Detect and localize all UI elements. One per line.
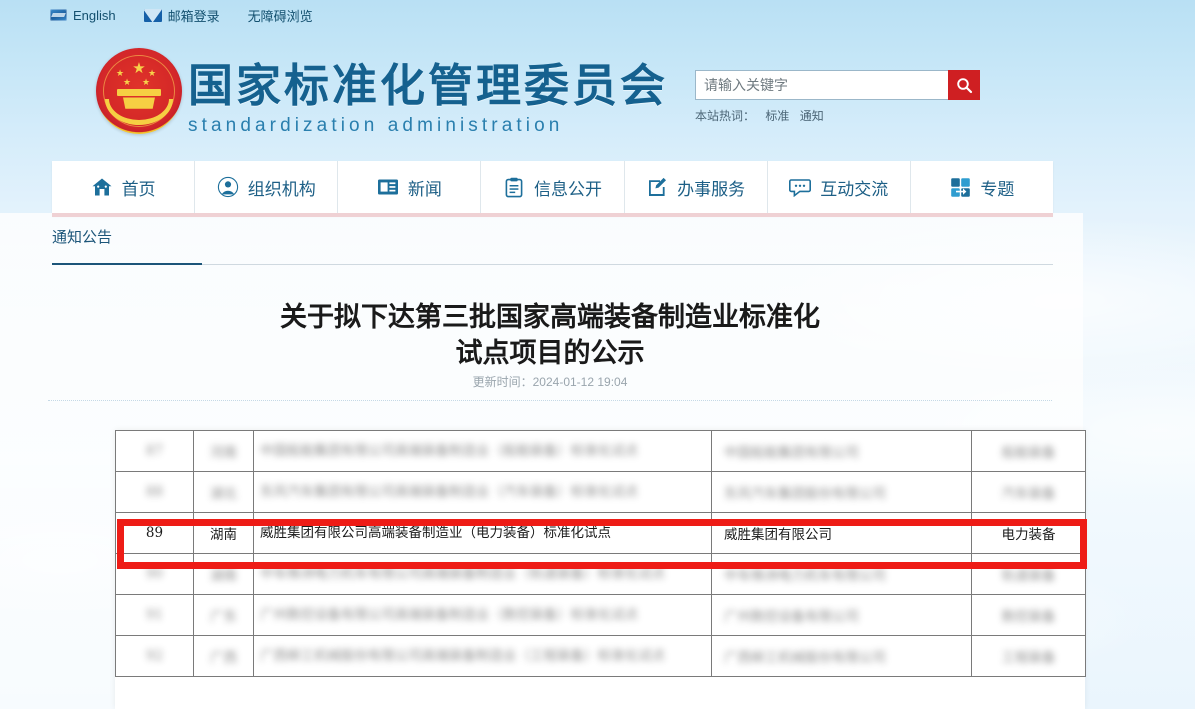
language-switch-english[interactable]: English: [50, 8, 116, 23]
nav-item-news[interactable]: 新闻: [338, 161, 482, 213]
home-icon: [91, 176, 113, 198]
table-cell-province: 广西: [193, 635, 254, 677]
table-cell-name: 中车株洲电力机车有限公司高端装备制造业（轨道装备）标准化试点: [253, 553, 712, 595]
breadcrumb-active-underline: [52, 263, 202, 265]
hot-words: 本站热词： 标准 通知: [695, 107, 980, 124]
table-row: 89 湖南 威胜集团有限公司高端装备制造业（电力装备）标准化试点 威胜集团有限公司 电力…: [115, 512, 1086, 554]
table-cell-field: 汽车装备: [971, 471, 1086, 513]
page-title-line-1: 关于拟下达第三批国家高端装备制造业标准化: [280, 302, 820, 333]
nav-item-services-label: 办事服务: [677, 179, 746, 199]
table-cell-name: 广西柳工机械股份有限公司高端装备制造业（工程装备）标准化试点: [253, 635, 712, 677]
breadcrumb-current[interactable]: 通知公告: [52, 226, 112, 255]
mail-login-link[interactable]: 邮箱登录: [143, 6, 220, 25]
table-cell-org: 广州数控设备有限公司: [711, 594, 972, 636]
table-cell-no: 87: [115, 430, 194, 472]
table-cell-field: 轨道装备: [971, 553, 1086, 595]
nav-item-organization-label: 组织机构: [247, 179, 316, 199]
mail-login-label: 邮箱登录: [167, 8, 220, 24]
article-update-time-label: 更新时间：: [472, 375, 533, 389]
search-area: 本站热词： 标准 通知: [695, 70, 980, 124]
sns-icon: [50, 9, 67, 21]
table-cell-field: 电力装备: [971, 512, 1086, 554]
nav-item-info-disclosure-label: 信息公开: [533, 179, 602, 199]
newspaper-icon: [377, 176, 399, 198]
table-cell-org: 中国船舶集团有限公司: [711, 430, 972, 472]
table-row: 91 广东 广州数控设备有限公司高端装备制造业（数控装备）标准化试点 广州数控设备有限…: [115, 594, 1086, 636]
language-switch-label: English: [73, 7, 116, 23]
table-cell-province: 湖南: [193, 553, 254, 595]
site-title[interactable]: 国家标准化管理委员会 standardization administratio…: [188, 60, 668, 137]
table-cell-no: 92: [115, 635, 194, 677]
table-cell-field: 船舶装备: [971, 430, 1086, 472]
document-table-image: 87 河南 中国船舶集团有限公司高端装备制造业（船舶装备）标准化试点 中国船舶集团有限…: [115, 430, 1086, 709]
content-divider: [48, 400, 1052, 401]
table-cell-province: 广东: [193, 594, 254, 636]
table-row: 90 湖南 中车株洲电力机车有限公司高端装备制造业（轨道装备）标准化试点 中车株洲电力…: [115, 553, 1086, 595]
search-icon: [956, 77, 972, 93]
search-input[interactable]: [695, 70, 948, 100]
nav-item-news-label: 新闻: [407, 179, 442, 199]
hot-word-1[interactable]: 标准: [765, 109, 789, 123]
table-cell-province: 湖北: [193, 471, 254, 513]
pencil-square-icon: [646, 176, 668, 198]
nav-item-interaction[interactable]: 互动交流: [768, 161, 911, 213]
accessibility-link[interactable]: 无障碍浏览: [248, 6, 313, 25]
nav-item-topics[interactable]: 专题: [911, 161, 1053, 213]
table-cell-name: 中国船舶集团有限公司高端装备制造业（船舶装备）标准化试点: [253, 430, 712, 472]
table-row: 88 湖北 东风汽车集团有限公司高端装备制造业（汽车装备）标准化试点 东风汽车集团股份…: [115, 471, 1086, 513]
clipboard-icon: [503, 176, 525, 198]
table-cell-name: 威胜集团有限公司高端装备制造业（电力装备）标准化试点: [253, 512, 712, 554]
grid-arrow-icon: [949, 176, 971, 198]
top-utility-bar: English 邮箱登录 无障碍浏览: [0, 0, 1195, 30]
article-update-time: 更新时间：2024-01-12 19:04: [180, 373, 920, 390]
nav-item-interaction-label: 互动交流: [820, 179, 889, 199]
nav-item-services[interactable]: 办事服务: [625, 161, 768, 213]
page-title: 关于拟下达第三批国家高端装备制造业标准化 试点项目的公示: [180, 300, 920, 372]
hot-word-2[interactable]: 通知: [800, 109, 824, 123]
table-cell-no: 88: [115, 471, 194, 513]
nav-item-topics-label: 专题: [980, 179, 1015, 199]
table-cell-name: 东风汽车集团有限公司高端装备制造业（汽车装备）标准化试点: [253, 471, 712, 513]
table-cell-field: 数控装备: [971, 594, 1086, 636]
article-update-time-value: 2024-01-12 19:04: [532, 375, 628, 389]
table-cell-no: 90: [115, 553, 194, 595]
chat-bubble-icon: [789, 176, 812, 198]
pilot-project-table: 87 河南 中国船舶集团有限公司高端装备制造业（船舶装备）标准化试点 中国船舶集团有限…: [115, 430, 1086, 677]
table-row: 92 广西 广西柳工机械股份有限公司高端装备制造业（工程装备）标准化试点 广西柳工机械…: [115, 635, 1086, 677]
nav-item-info-disclosure[interactable]: 信息公开: [481, 161, 625, 213]
site-title-cn: 国家标准化管理委员会: [188, 59, 669, 112]
main-navigation: 首页 组织机构 新闻 信息公开 办事服务 互动交流 专题: [52, 161, 1053, 217]
nav-item-home[interactable]: 首页: [52, 161, 196, 213]
nav-item-organization[interactable]: 组织机构: [195, 161, 339, 213]
national-emblem-icon: ★ ★ ★ ★ ★: [96, 48, 182, 134]
accessibility-label: 无障碍浏览: [247, 8, 313, 24]
breadcrumb: 通知公告: [52, 226, 1053, 255]
table-row: 87 河南 中国船舶集团有限公司高端装备制造业（船舶装备）标准化试点 中国船舶集团有限…: [115, 430, 1086, 472]
hot-words-label: 本站热词：: [695, 109, 756, 123]
user-circle-icon: [217, 176, 239, 198]
breadcrumb-divider: [52, 264, 1053, 265]
site-title-en: standardization administration: [188, 115, 564, 136]
table-cell-name: 广州数控设备有限公司高端装备制造业（数控装备）标准化试点: [253, 594, 712, 636]
table-cell-no: 91: [115, 594, 194, 636]
table-cell-province: 湖南: [193, 512, 254, 554]
page-title-line-2: 试点项目的公示: [455, 338, 645, 369]
mail-icon: [143, 8, 162, 22]
table-cell-org: 中车株洲电力机车有限公司: [711, 553, 972, 595]
table-cell-org: 广西柳工机械股份有限公司: [711, 635, 972, 677]
table-cell-province: 河南: [193, 430, 254, 472]
site-header: ★ ★ ★ ★ ★ 国家标准化管理委员会 standardization adm…: [0, 30, 1195, 155]
table-cell-org: 威胜集团有限公司: [711, 512, 972, 554]
table-cell-org: 东风汽车集团股份有限公司: [711, 471, 972, 513]
table-cell-field: 工程装备: [971, 635, 1086, 677]
nav-item-home-label: 首页: [121, 179, 156, 199]
table-cell-no: 89: [115, 512, 194, 554]
search-button[interactable]: [948, 70, 980, 100]
